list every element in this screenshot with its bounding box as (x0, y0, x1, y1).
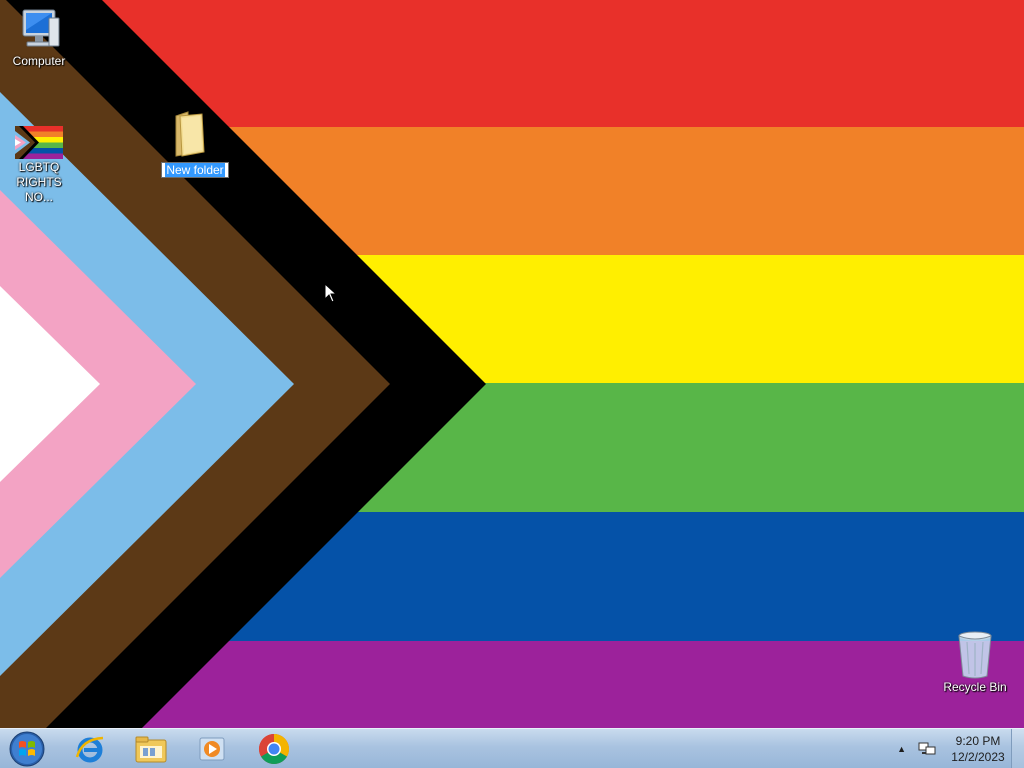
system-tray: ▲ 9:20 PM 12/2/2023 (897, 729, 1010, 768)
recycle-bin-desktop-icon[interactable]: Recycle Bin (940, 630, 1010, 695)
windows-start-icon (9, 731, 45, 766)
pride-flag-icon (15, 126, 63, 159)
media-player-taskbar-button[interactable] (184, 729, 240, 768)
folder-rename-input[interactable]: New folder (161, 162, 229, 178)
shortcut-label-line2: RIGHTS NO... (16, 175, 62, 204)
taskbar-clock[interactable]: 9:20 PM 12/2/2023 (946, 733, 1010, 765)
internet-explorer-taskbar-button[interactable] (62, 729, 118, 768)
network-icon[interactable] (918, 741, 936, 757)
folder-icon (175, 111, 205, 157)
taskbar: ▲ 9:20 PM 12/2/2023 (0, 728, 1024, 768)
new-folder-desktop-icon[interactable] (166, 110, 214, 158)
windows-explorer-taskbar-button[interactable] (123, 729, 179, 768)
computer-label: Computer (12, 54, 66, 68)
internet-explorer-icon (75, 736, 104, 762)
chrome-icon (258, 733, 290, 764)
show-desktop-button[interactable] (1011, 729, 1024, 768)
shortcut-label-line1: LGBTQ (18, 160, 60, 174)
lgbtq-rights-shortcut-icon[interactable]: LGBTQ RIGHTS NO... (2, 124, 76, 205)
desktop-wallpaper (0, 0, 1024, 728)
chrome-taskbar-button[interactable] (246, 729, 302, 768)
folder-rename-selected-text: New folder (165, 163, 225, 177)
show-hidden-icons-chevron-icon[interactable]: ▲ (897, 744, 906, 754)
computer-icon (22, 9, 60, 47)
start-button[interactable] (0, 729, 54, 768)
windows-explorer-icon (135, 736, 167, 762)
mouse-cursor-icon (324, 283, 338, 303)
clock-date: 12/2/2023 (951, 749, 1005, 764)
recycle-bin-icon (958, 631, 992, 679)
recycle-bin-label: Recycle Bin (943, 680, 1007, 694)
media-player-icon (199, 737, 225, 760)
computer-desktop-icon[interactable]: Computer (4, 8, 74, 69)
clock-time: 9:20 PM (955, 733, 1001, 748)
